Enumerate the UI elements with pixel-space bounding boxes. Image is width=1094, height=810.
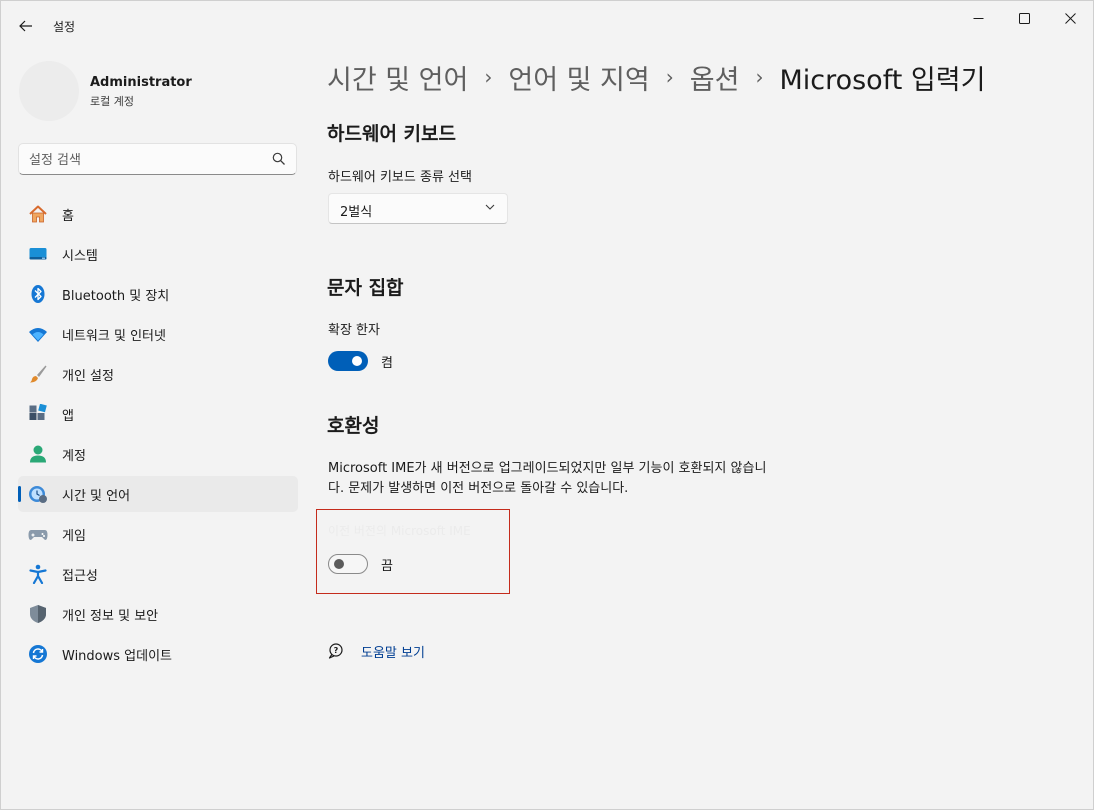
section-title-compatibility: 호환성 xyxy=(327,415,380,437)
previous-ime-state: 끔 xyxy=(381,558,393,574)
breadcrumb-separator: › xyxy=(484,65,493,89)
user-profile[interactable]: Administrator 로컬 계정 xyxy=(19,61,299,125)
minimize-button[interactable] xyxy=(955,1,1001,35)
toggle-knob xyxy=(334,559,344,569)
chevron-down-icon xyxy=(485,204,495,210)
sidebar-item-windows-update[interactable]: Windows 업데이트 xyxy=(18,636,298,672)
app-title: 설정 xyxy=(53,20,76,34)
search-input[interactable] xyxy=(29,150,269,170)
sidebar-item-system[interactable]: 시스템 xyxy=(18,236,298,272)
section-title-hardware-keyboard: 하드웨어 키보드 xyxy=(327,123,456,145)
section-title-charset: 문자 집합 xyxy=(327,277,404,299)
wifi-icon xyxy=(29,328,47,342)
breadcrumb-separator: › xyxy=(755,65,764,89)
home-icon xyxy=(29,205,47,223)
sidebar-item-privacy-security[interactable]: 개인 정보 및 보안 xyxy=(18,596,298,632)
accessibility-icon xyxy=(29,564,47,584)
sidebar-item-accounts[interactable]: 계정 xyxy=(18,436,298,472)
previous-ime-row: 끔 xyxy=(328,554,393,574)
sidebar-item-network[interactable]: 네트워크 및 인터넷 xyxy=(18,316,298,352)
help-icon: ? xyxy=(328,643,343,659)
search-box xyxy=(18,143,297,175)
toggle-knob xyxy=(352,356,362,366)
breadcrumb-separator: › xyxy=(665,65,674,89)
sidebar-item-personalization[interactable]: 개인 설정 xyxy=(18,356,298,392)
title-bar: 설정 xyxy=(1,1,1093,49)
update-icon xyxy=(29,645,47,663)
extended-hanja-row: 켬 xyxy=(328,351,393,371)
sidebar-item-gaming[interactable]: 게임 xyxy=(18,516,298,552)
sidebar-item-time-language[interactable]: 시간 및 언어 xyxy=(18,476,298,512)
close-icon xyxy=(1064,12,1076,24)
maximize-icon xyxy=(1018,12,1030,24)
apps-icon xyxy=(29,404,47,420)
breadcrumb-item-options[interactable]: 옵션 xyxy=(690,58,740,97)
minimize-icon xyxy=(973,17,983,19)
back-arrow-icon xyxy=(19,20,32,32)
search-icon[interactable] xyxy=(272,152,286,166)
avatar xyxy=(19,61,79,121)
gamepad-icon xyxy=(28,530,48,540)
sidebar-nav: 홈 시스템 Bluetooth 및 장치 네트워크 및 인터넷 개인 설정 앱 … xyxy=(18,196,298,676)
extended-hanja-state: 켬 xyxy=(381,355,393,371)
bluetooth-icon xyxy=(31,285,45,303)
breadcrumb: 시간 및 언어 › 언어 및 지역 › 옵션 › Microsoft 입력기 xyxy=(327,57,985,97)
settings-window: 설정 Administrator 로컬 계정 설정 검색 홈 시스템 Bluet… xyxy=(0,0,1094,810)
close-button[interactable] xyxy=(1047,1,1093,35)
help-link[interactable]: ? 도움말 보기 xyxy=(328,641,425,661)
system-icon xyxy=(29,248,47,260)
previous-ime-toggle[interactable] xyxy=(328,554,368,574)
extended-hanja-toggle[interactable] xyxy=(328,351,368,371)
breadcrumb-item-time-language[interactable]: 시간 및 언어 xyxy=(327,58,468,97)
account-icon xyxy=(30,445,46,463)
profile-name: Administrator xyxy=(90,75,192,90)
sidebar-item-home[interactable]: 홈 xyxy=(18,196,298,232)
page-title: Microsoft 입력기 xyxy=(779,64,986,96)
back-button[interactable] xyxy=(11,11,41,41)
sidebar-item-accessibility[interactable]: 접근성 xyxy=(18,556,298,592)
time-language-icon xyxy=(29,486,47,503)
keyboard-type-dropdown[interactable]: 2벌식 xyxy=(328,193,508,224)
sidebar-item-apps[interactable]: 앱 xyxy=(18,396,298,432)
compatibility-description: Microsoft IME가 새 버전으로 업그레이드되었지만 일부 기능이 호… xyxy=(328,461,767,496)
profile-account-type: 로컬 계정 xyxy=(90,95,134,108)
svg-text:?: ? xyxy=(334,646,339,655)
extended-hanja-label: 확장 한자 xyxy=(328,323,380,338)
previous-ime-label: 이전 버전의 Microsoft IME xyxy=(328,524,471,538)
shield-icon xyxy=(30,605,46,623)
sidebar-item-bluetooth[interactable]: Bluetooth 및 장치 xyxy=(18,276,298,312)
brush-icon xyxy=(30,365,47,383)
keyboard-type-label: 하드웨어 키보드 종류 선택 xyxy=(328,170,472,185)
maximize-button[interactable] xyxy=(1001,1,1047,35)
breadcrumb-item-language-region[interactable]: 언어 및 지역 xyxy=(508,58,649,97)
help-link-text: 도움말 보기 xyxy=(361,645,425,661)
keyboard-type-value: 2벌식 xyxy=(340,205,373,220)
